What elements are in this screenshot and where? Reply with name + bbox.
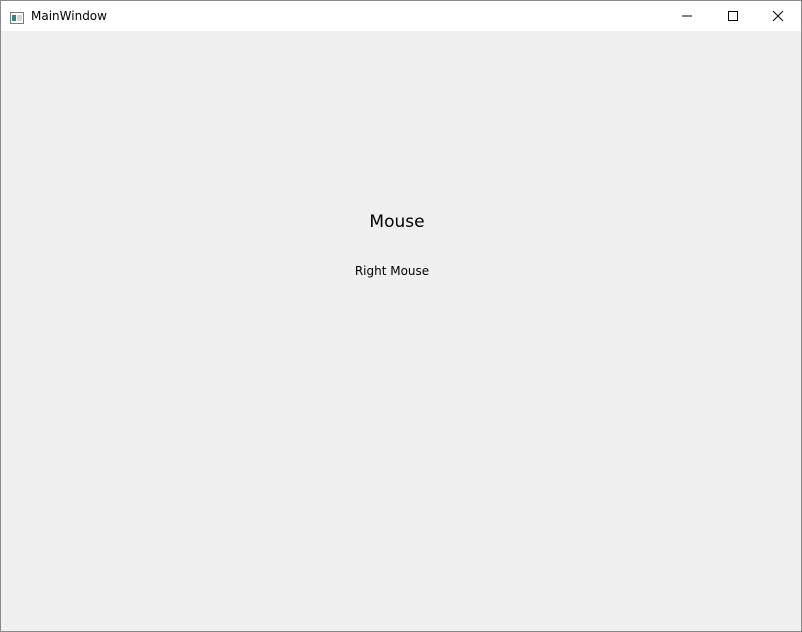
main-window: MainWindow Mouse Right Mouse (0, 0, 802, 632)
client-area[interactable]: Mouse Right Mouse (1, 31, 801, 631)
minimize-button[interactable] (664, 1, 710, 31)
minimize-icon (681, 7, 693, 26)
mouse-heading: Mouse (369, 212, 425, 232)
maximize-button[interactable] (710, 1, 756, 31)
close-button[interactable] (755, 1, 801, 31)
window-title: MainWindow (31, 9, 107, 23)
close-icon (772, 7, 784, 26)
mouse-status-label: Right Mouse (354, 264, 430, 278)
app-window-icon (10, 9, 24, 24)
title-bar[interactable]: MainWindow (1, 1, 801, 31)
maximize-icon (727, 7, 739, 26)
